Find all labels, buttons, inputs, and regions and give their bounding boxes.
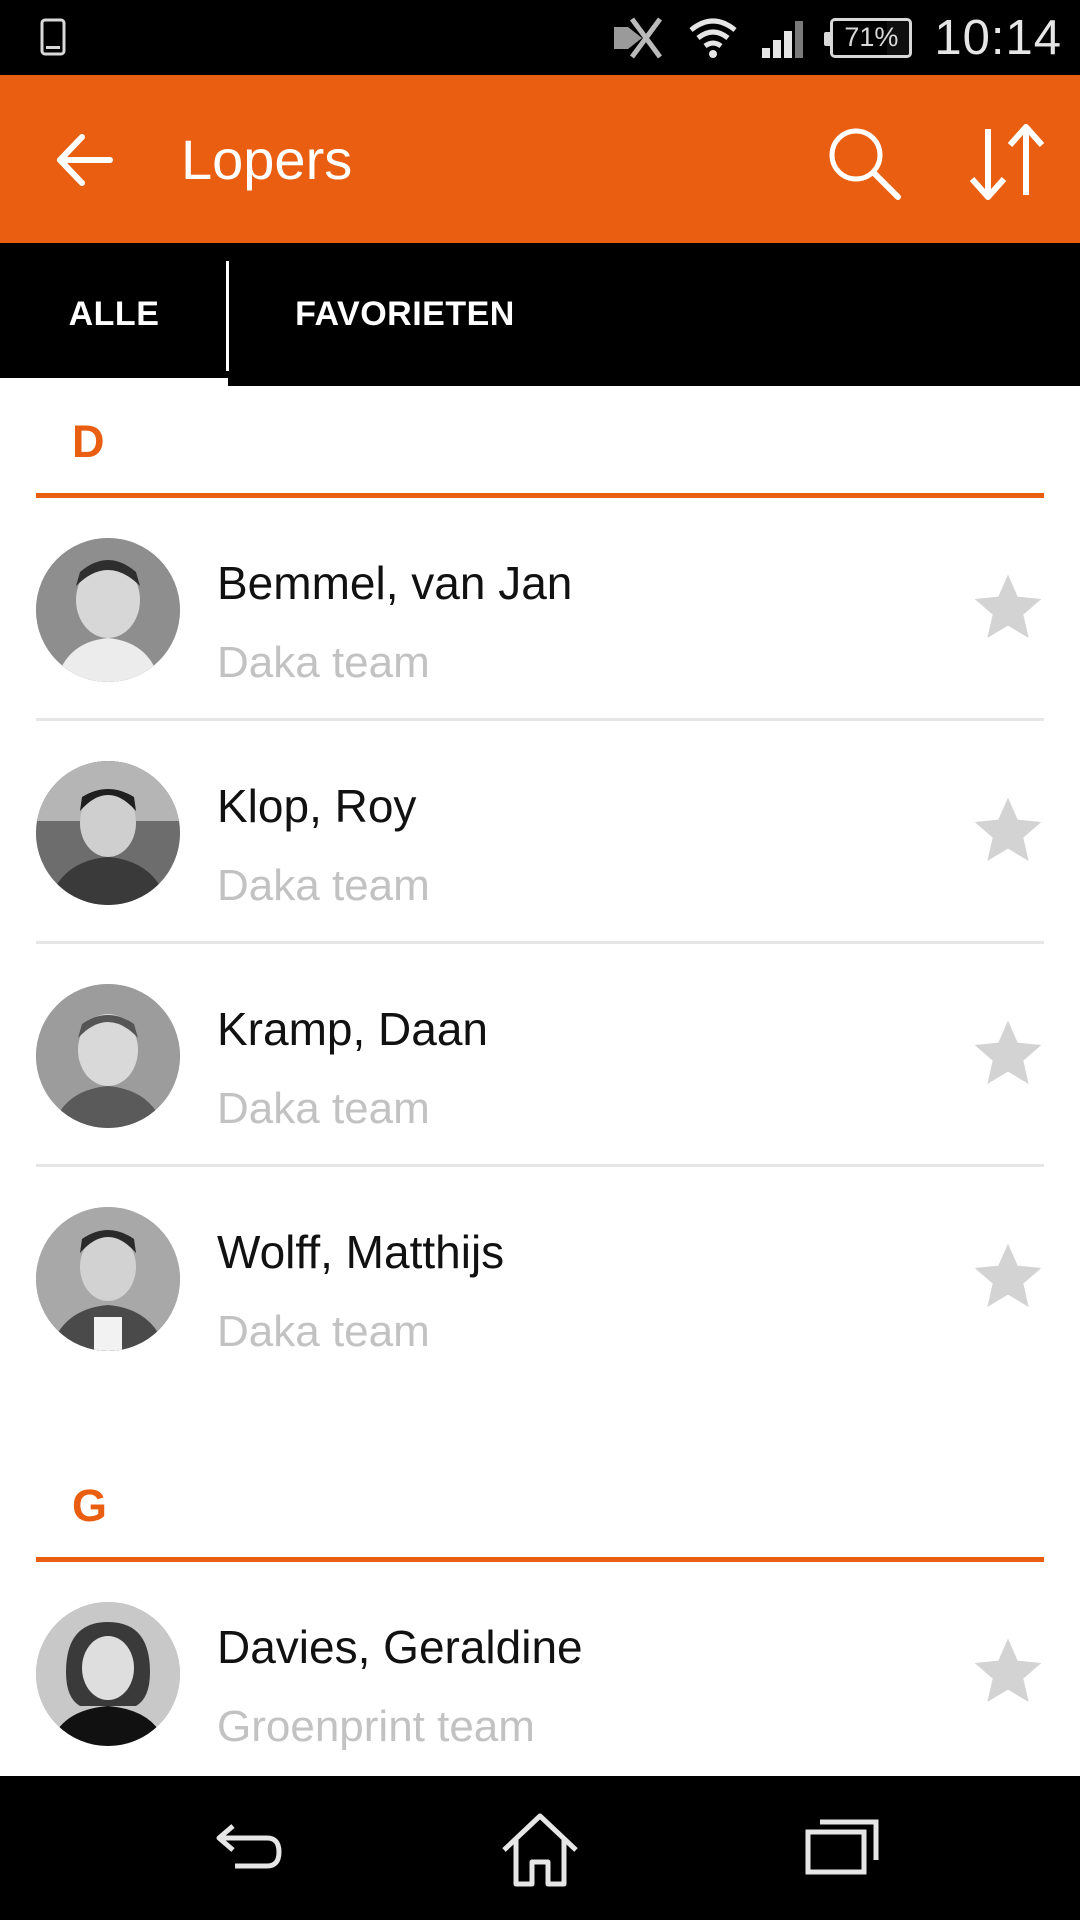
avatar (36, 1602, 180, 1746)
list-item[interactable]: Klop, Roy Daka team (0, 721, 1080, 944)
runner-name: Kramp, Daan (217, 1003, 489, 1055)
tab-alle[interactable]: ALLE (0, 243, 228, 386)
tab-bar: ALLE FAVORIETEN (0, 243, 1080, 386)
sort-icon[interactable] (966, 121, 1048, 203)
nav-back-icon[interactable] (205, 1816, 285, 1886)
avatar (36, 1207, 180, 1351)
star-icon[interactable] (968, 1014, 1048, 1094)
arrow-back-icon[interactable] (50, 125, 120, 195)
nav-home-icon[interactable] (500, 1810, 580, 1890)
star-icon[interactable] (968, 568, 1048, 648)
nav-recents-icon[interactable] (802, 1812, 882, 1882)
status-bar: 71% 10:14 (0, 0, 1080, 75)
runner-team: Daka team (217, 1084, 430, 1133)
tab-favorieten-label: FAVORIETEN (295, 295, 515, 333)
runner-team: Daka team (217, 1307, 430, 1356)
app-bar: Lopers (0, 75, 1080, 243)
list-item[interactable]: Kramp, Daan Daka team (0, 944, 1080, 1167)
avatar (36, 538, 180, 682)
section-header-d: D (0, 386, 1080, 498)
section-letter: G (72, 1480, 108, 1531)
star-icon[interactable] (968, 791, 1048, 871)
star-icon[interactable] (968, 1237, 1048, 1317)
section-header-g: G (0, 1450, 1080, 1562)
status-icons: 71% 10:14 (608, 0, 1062, 75)
runner-name: Davies, Geraldine (217, 1621, 583, 1673)
tab-favorieten[interactable]: FAVORIETEN (228, 243, 582, 386)
list-item[interactable]: Davies, Geraldine Groenprint team (0, 1562, 1080, 1776)
signal-icon (762, 20, 804, 58)
avatar (36, 984, 180, 1128)
section-letter: D (72, 416, 105, 467)
runner-team: Daka team (217, 638, 430, 687)
wifi-icon (689, 18, 737, 58)
runner-name: Klop, Roy (217, 780, 417, 832)
phone-outline-icon (40, 18, 66, 56)
system-nav-bar (0, 1776, 1080, 1920)
search-icon[interactable] (824, 123, 904, 203)
tab-alle-label: ALLE (68, 295, 160, 333)
runner-team: Groenprint team (217, 1702, 535, 1751)
runner-team: Daka team (217, 861, 430, 910)
list-item[interactable]: Bemmel, van Jan Daka team (0, 498, 1080, 721)
runner-name: Wolff, Matthijs (217, 1226, 505, 1278)
battery-icon: 71% (824, 17, 913, 58)
nfc-off-icon (614, 17, 663, 58)
list-item[interactable]: Wolff, Matthijs Daka team (0, 1167, 1080, 1390)
page-title: Lopers (181, 128, 353, 191)
runner-list[interactable]: D Bemmel, van Jan Daka team Klop, Roy Da… (0, 386, 1080, 1776)
avatar (36, 761, 180, 905)
star-icon[interactable] (968, 1632, 1048, 1712)
battery-percentage: 71% (844, 22, 899, 52)
runner-name: Bemmel, van Jan (217, 557, 573, 609)
tab-selected-indicator (0, 378, 228, 386)
status-clock: 10:14 (934, 10, 1062, 65)
